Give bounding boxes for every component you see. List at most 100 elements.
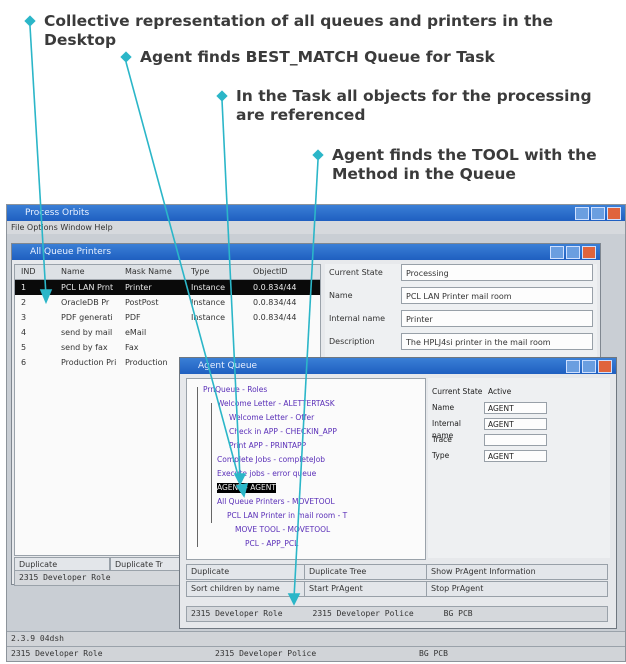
column-header[interactable]: IND [15, 265, 55, 279]
minimize-icon[interactable] [550, 246, 564, 259]
property-value[interactable] [484, 434, 547, 446]
table-cell: Fax [125, 343, 139, 352]
bottom-status-version: 2.3.9 04dsh [7, 631, 625, 646]
table-row[interactable]: 5 send by fax Fax [15, 340, 320, 355]
agent-action-button[interactable]: Sort children by name [186, 581, 308, 597]
table-row[interactable]: 3 PDF generati PDF Instance 0.0.834/44 [15, 310, 320, 325]
property-label: Trace [432, 435, 452, 444]
tree-node[interactable]: Check in APP - CHECKIN_APP [229, 427, 337, 437]
property-value[interactable]: Printer [401, 310, 593, 327]
status-cell: 2315 Developer Role [11, 649, 103, 658]
callout-marker-icon [120, 51, 132, 63]
agent-status-bar: 2315 Developer Role 2315 Developer Polic… [186, 606, 608, 622]
property-row: Type AGENT [428, 450, 610, 462]
minimize-icon[interactable] [566, 360, 580, 373]
main-titlebar: Process Orbits [7, 205, 625, 221]
property-value[interactable]: AGENT [484, 402, 547, 414]
maximize-icon[interactable] [591, 207, 605, 220]
property-label: Name [329, 291, 353, 300]
column-header[interactable]: Name [55, 265, 119, 279]
agent-action-button[interactable]: Duplicate Tree [304, 564, 430, 580]
close-icon[interactable] [582, 246, 596, 259]
table-row[interactable]: 2 OracleDB Pr PostPost Instance 0.0.834/44 [15, 295, 320, 310]
property-row: Description The HPLJ4si printer in the ma… [325, 333, 597, 350]
main-window-title: Process Orbits [25, 208, 90, 218]
minimize-icon[interactable] [575, 207, 589, 220]
callout-collective-queues: Collective representation of all queues … [24, 12, 626, 50]
tree-node[interactable]: PrnQueue - Roles [203, 385, 267, 395]
agent-action-button[interactable]: Show PrAgent Information [426, 564, 608, 580]
maximize-icon[interactable] [566, 246, 580, 259]
table-cell: 0.0.834/44 [253, 283, 297, 292]
property-label: Current State [329, 268, 383, 277]
callout-text: Collective representation of all queues … [44, 12, 553, 49]
table-row[interactable]: 1 PCL LAN Prnt Printer Instance 0.0.834/44 [15, 280, 320, 295]
maximize-icon[interactable] [582, 360, 596, 373]
tree-node[interactable]: PCL LAN Printer in mail room - T [227, 511, 347, 521]
table-cell: Instance [191, 298, 226, 307]
table-cell: eMail [125, 328, 147, 337]
property-value[interactable]: Processing [401, 264, 593, 281]
table-cell: 1 [21, 283, 27, 292]
property-value[interactable]: PCL LAN Printer mail room [401, 287, 593, 304]
column-header[interactable]: Type [185, 265, 247, 279]
table-cell: 2 [21, 298, 27, 307]
property-value: Active [488, 387, 512, 396]
column-header[interactable]: ObjectID [247, 265, 313, 279]
table-cell: 0.0.834/44 [253, 313, 297, 322]
tree-node[interactable]: Print APP - PRINTAPP [229, 441, 306, 451]
column-header[interactable]: Mask Name [119, 265, 185, 279]
property-label: Current State [432, 387, 483, 396]
close-icon[interactable] [598, 360, 612, 373]
table-row[interactable]: 4 send by mail eMail [15, 325, 320, 340]
table-cell: send by mail [61, 328, 113, 337]
table-cell: Printer [125, 283, 152, 292]
table-cell: 3 [21, 313, 27, 322]
table-cell: 5 [21, 343, 27, 352]
agent-titlebar: Agent Queue [180, 358, 616, 374]
tree-node[interactable]: MOVE TOOL - MOVETOOL [235, 525, 330, 535]
property-value[interactable]: AGENT [484, 450, 547, 462]
tree-node[interactable]: All Queue Printers - MOVETOOL [217, 497, 335, 507]
table-cell: PCL LAN Prnt [61, 283, 114, 292]
property-value[interactable]: AGENT [484, 418, 547, 430]
property-label: Name [432, 403, 455, 412]
status-cell: 2315 Developer Police [215, 649, 317, 658]
agent-properties: Current State Active Name AGENT Internal nam… [428, 378, 610, 558]
agent-action-button[interactable]: Duplicate [186, 564, 308, 580]
table-cell [247, 340, 313, 355]
main-window: Process Orbits File Options Window Help … [6, 204, 626, 662]
tree-node[interactable]: AGENT - AGENT [217, 483, 276, 493]
table-cell: OracleDB Pr [61, 298, 110, 307]
agent-action-button[interactable]: Stop PrAgent [426, 581, 608, 597]
version-label: 2.3.9 04dsh [11, 634, 64, 643]
sub-window-controls [550, 246, 596, 259]
callout-text: Agent finds BEST_MATCH Queue for Task [140, 48, 495, 66]
table-cell: Production Pri [61, 358, 117, 367]
table-cell: PDF [125, 313, 141, 322]
tree-node[interactable]: Execute jobs - error queue [217, 469, 316, 479]
tree-node[interactable]: PCL - APP_PCL [245, 539, 298, 549]
agent-action-button[interactable]: Start PrAgent [304, 581, 430, 597]
status-cell: BG PCB [443, 609, 473, 618]
agent-window-title: Agent Queue [198, 361, 258, 371]
callout-marker-icon [312, 149, 324, 161]
sub-window-title: All Queue Printers [30, 247, 112, 257]
property-row: Current State Active [428, 386, 610, 398]
table-cell: Instance [191, 313, 226, 322]
tree-node[interactable]: Welcome Letter - ALETTERTASK [217, 399, 335, 409]
table-cell: PostPost [125, 298, 159, 307]
property-value[interactable]: The HPLJ4si printer in the mail room [401, 333, 593, 350]
status-bar: 2315 Developer Role [14, 570, 180, 586]
tree-node[interactable]: Complete Jobs - completeJob [217, 455, 325, 465]
status-cell: BG PCB [419, 649, 448, 658]
property-row: Current State Processing [325, 264, 597, 281]
property-row: Internal name Printer [325, 310, 597, 327]
callout-text: In the Task all objects for the processi… [236, 87, 592, 124]
agent-window-controls [566, 360, 612, 373]
close-icon[interactable] [607, 207, 621, 220]
menu-bar[interactable]: File Options Window Help [7, 221, 625, 234]
property-row: Name PCL LAN Printer mail room [325, 287, 597, 304]
tree-node[interactable]: Welcome Letter - Offer [229, 413, 314, 423]
callout-text: Agent finds the TOOL with the Method in … [332, 146, 597, 183]
